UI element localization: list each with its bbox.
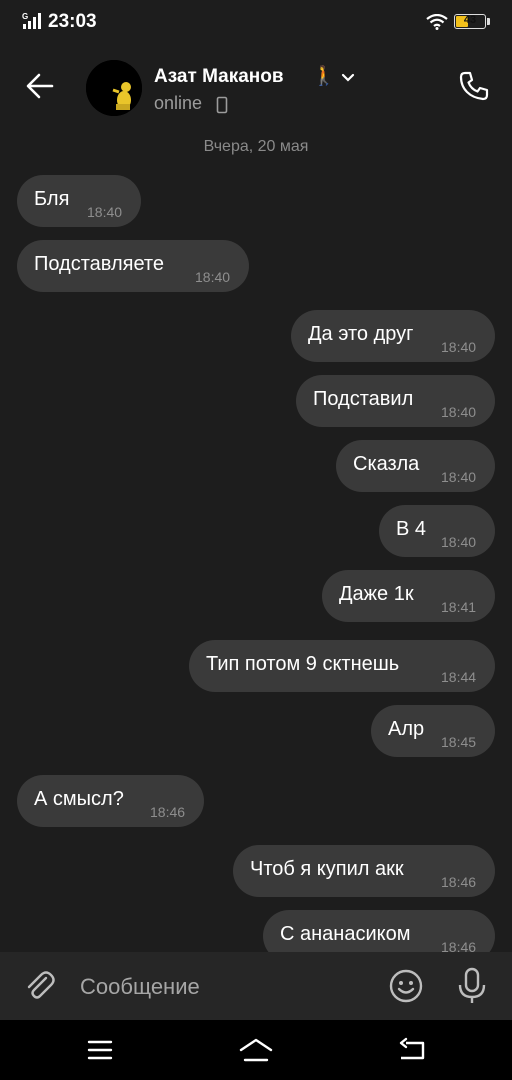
message-time: 18:41 <box>441 599 477 615</box>
paperclip-icon <box>27 971 55 999</box>
signal-icon: G <box>22 12 41 29</box>
message-bubble[interactable]: Подставил 18:40 <box>296 375 495 427</box>
message-time: 18:46 <box>150 804 186 820</box>
message-bubble[interactable]: В 4 18:40 <box>379 505 495 557</box>
wifi-icon <box>426 14 448 30</box>
battery-tip <box>487 18 490 25</box>
message-text: Тип потом 9 сктнешь <box>206 653 400 675</box>
message-text: Да это друг <box>308 323 414 345</box>
attach-button[interactable] <box>22 968 58 1004</box>
chat-header: Азат Маканов 🚶 online <box>0 44 512 130</box>
contact-name[interactable]: Азат Маканов <box>154 66 284 88</box>
recent-apps-button[interactable] <box>80 1036 120 1064</box>
message-text: С ананасиком <box>280 923 411 945</box>
message-bubble[interactable]: Тип потом 9 сктнешь 18:44 <box>189 640 495 692</box>
menu-icon <box>87 1040 113 1060</box>
home-icon <box>239 1038 273 1062</box>
message-bubble[interactable]: Алр 18:45 <box>371 705 495 757</box>
status-bar: G 23:03 43 <box>0 0 512 44</box>
message-bubble[interactable]: Сказла 18:40 <box>336 440 495 492</box>
message-text: Даже 1к <box>339 583 414 605</box>
message-bubble[interactable]: Бля 18:40 <box>17 175 141 227</box>
voice-button[interactable] <box>454 966 490 1006</box>
message-bubble[interactable]: Даже 1к 18:41 <box>322 570 495 622</box>
message-bubble[interactable]: Да это друг 18:40 <box>291 310 495 362</box>
avatar-image <box>86 60 142 116</box>
emoji-button[interactable] <box>388 968 424 1004</box>
call-button[interactable] <box>456 68 492 104</box>
message-bubble[interactable]: Чтоб я купил акк 18:46 <box>233 845 495 897</box>
message-bubble[interactable]: А смысл? 18:46 <box>17 775 204 827</box>
message-time: 18:46 <box>441 874 477 890</box>
mobile-device-icon <box>216 96 228 114</box>
message-text: Бля <box>34 188 70 210</box>
message-time: 18:40 <box>195 269 231 285</box>
message-time: 18:40 <box>441 469 477 485</box>
status-time: 23:03 <box>48 11 97 32</box>
back-button[interactable] <box>22 68 58 104</box>
message-time: 18:40 <box>441 404 477 420</box>
smiley-icon <box>389 969 423 1003</box>
message-text: Подставляете <box>34 253 164 275</box>
walking-person-emoji: 🚶 <box>312 66 336 87</box>
message-bubble[interactable]: Подставляете 18:40 <box>17 240 249 292</box>
battery-percent: 43 <box>463 14 477 26</box>
message-time: 18:40 <box>441 534 477 550</box>
message-text: А смысл? <box>34 788 124 810</box>
date-separator: Вчера, 20 мая <box>203 138 309 155</box>
system-back-button[interactable] <box>392 1036 432 1064</box>
message-time: 18:45 <box>441 734 477 750</box>
svg-text:G: G <box>22 12 28 21</box>
battery-icon: 43 <box>454 14 486 29</box>
avatar[interactable] <box>86 60 142 116</box>
message-time: 18:44 <box>441 669 477 685</box>
message-text: Подставил <box>313 388 414 410</box>
chevron-down-icon[interactable] <box>340 72 356 84</box>
message-text: Чтоб я купил акк <box>250 858 404 880</box>
home-button[interactable] <box>236 1036 276 1064</box>
message-text: В 4 <box>396 518 427 540</box>
contact-status: online <box>154 93 203 113</box>
message-time: 18:40 <box>87 204 123 220</box>
system-navbar <box>0 1020 512 1080</box>
microphone-icon <box>458 967 486 1003</box>
message-composer <box>0 952 512 1020</box>
message-text: Сказла <box>353 453 420 475</box>
message-text: Алр <box>388 718 425 740</box>
arrow-left-icon <box>26 73 54 99</box>
back-icon <box>399 1037 425 1060</box>
message-input[interactable] <box>80 972 360 1002</box>
phone-icon <box>459 71 489 101</box>
message-time: 18:40 <box>441 339 477 355</box>
